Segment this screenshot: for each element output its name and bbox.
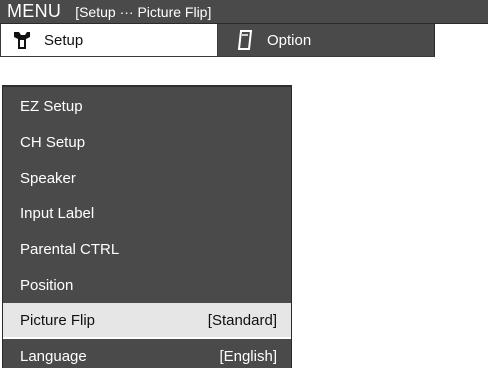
setup-menu-panel: EZ Setup CH Setup Speaker Input Label Pa… (2, 87, 292, 368)
menu-item-label: Input Label (20, 204, 95, 222)
menu-item-input-label[interactable]: Input Label (3, 196, 291, 230)
breadcrumb: [Setup ··· Picture Flip] (75, 3, 212, 20)
menu-tabs: Setup Option (0, 24, 435, 57)
menu-item-speaker[interactable]: Speaker (3, 161, 291, 195)
menu-title-bar: MENU [Setup ··· Picture Flip] (0, 0, 488, 24)
tab-option[interactable]: Option (218, 24, 435, 56)
menu-item-value: [English] (219, 347, 277, 365)
option-card-icon (234, 29, 256, 51)
menu-item-ch-setup[interactable]: CH Setup (3, 125, 291, 159)
tab-setup[interactable]: Setup (0, 24, 218, 56)
setup-tool-icon (11, 29, 33, 51)
menu-item-parental-ctrl[interactable]: Parental CTRL (3, 232, 291, 266)
menu-title: MENU (7, 1, 62, 21)
menu-item-position[interactable]: Position (3, 268, 291, 302)
menu-item-label: Speaker (20, 169, 76, 187)
menu-item-label: EZ Setup (20, 97, 83, 115)
menu-item-label: Position (20, 276, 74, 294)
menu-item-picture-flip[interactable]: Picture Flip [Standard] (3, 303, 291, 337)
menu-item-value: [Standard] (207, 311, 277, 329)
tab-option-label: Option (267, 31, 312, 49)
menu-item-ez-setup[interactable]: EZ Setup (3, 89, 291, 123)
menu-item-label: Parental CTRL (20, 240, 120, 258)
menu-item-label: CH Setup (20, 133, 86, 151)
tab-setup-label: Setup (44, 31, 84, 49)
menu-item-label: Picture Flip (20, 311, 96, 329)
menu-item-label: Language (20, 347, 87, 365)
